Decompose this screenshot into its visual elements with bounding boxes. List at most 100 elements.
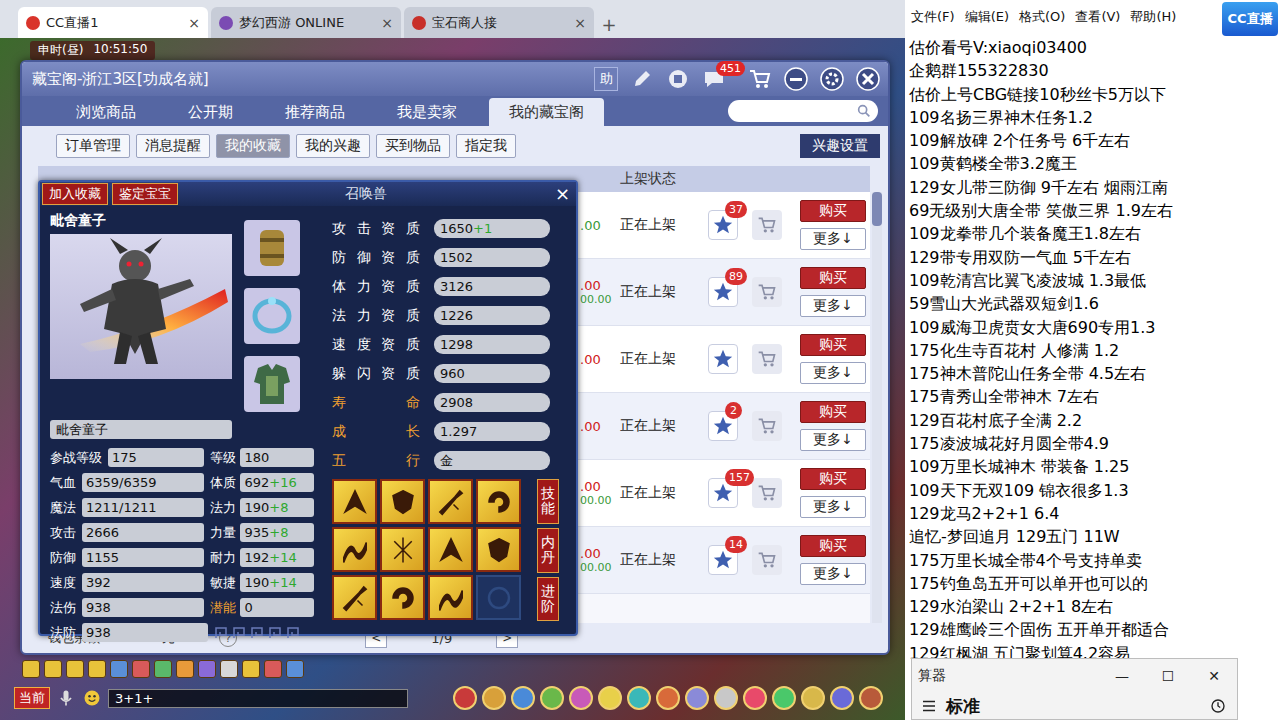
- skill-slot[interactable]: [476, 479, 521, 524]
- hud-tool-icon[interactable]: [132, 660, 150, 678]
- add-cart-button[interactable]: [752, 277, 782, 307]
- skill-slot[interactable]: [428, 575, 473, 620]
- hud-tool-icon[interactable]: [66, 660, 84, 678]
- skill-slot[interactable]: [380, 479, 425, 524]
- add-favorite-button[interactable]: 加入收藏: [42, 183, 108, 205]
- minimize-icon[interactable]: [784, 67, 808, 91]
- buy-button[interactable]: 购买: [800, 334, 866, 356]
- skill-slot[interactable]: [428, 479, 473, 524]
- nav-tab[interactable]: 浏览商品: [56, 98, 156, 126]
- add-cart-button[interactable]: [752, 478, 782, 508]
- skill-slot[interactable]: [476, 527, 521, 572]
- record-icon[interactable]: [666, 67, 690, 91]
- favorite-button[interactable]: 157: [708, 478, 738, 508]
- skill-slot[interactable]: [332, 575, 377, 620]
- hud-menu-icon[interactable]: [656, 686, 680, 710]
- close-icon[interactable]: [856, 67, 880, 91]
- skill-slot[interactable]: [476, 575, 521, 620]
- hud-tool-icon[interactable]: [88, 660, 106, 678]
- close-button[interactable]: ✕: [1191, 668, 1237, 684]
- menu-item[interactable]: 文件(F): [911, 8, 955, 26]
- nav-tab[interactable]: 我是卖家: [377, 98, 477, 126]
- search-field[interactable]: [728, 100, 878, 122]
- nav-tab[interactable]: 我的藏宝阁: [489, 98, 604, 126]
- buy-button[interactable]: 购买: [800, 401, 866, 423]
- add-cart-button[interactable]: [752, 411, 782, 441]
- favorite-button[interactable]: 2: [708, 411, 738, 441]
- armor-equipment-icon[interactable]: [244, 356, 300, 412]
- browser-tab[interactable]: 宝石商人接×: [404, 7, 594, 38]
- hamburger-icon[interactable]: [920, 697, 938, 715]
- skill-slot[interactable]: [332, 479, 377, 524]
- chat-input[interactable]: 3+1+: [108, 689, 408, 708]
- more-button[interactable]: 更多↓: [800, 362, 866, 384]
- tab-close-button[interactable]: ×: [574, 15, 586, 31]
- scroll-equipment-icon[interactable]: [244, 220, 300, 276]
- new-tab-button[interactable]: +: [597, 10, 621, 38]
- more-button[interactable]: 更多↓: [800, 295, 866, 317]
- menu-item[interactable]: 格式(O): [1019, 8, 1065, 26]
- hud-menu-icon[interactable]: [598, 686, 622, 710]
- history-icon[interactable]: [1209, 697, 1227, 715]
- sub-nav-button[interactable]: 我的兴趣: [296, 134, 370, 158]
- appraise-button[interactable]: 鉴定宝宝: [112, 183, 178, 205]
- browser-tab[interactable]: CC直播1×: [18, 7, 208, 38]
- scrollbar[interactable]: [872, 192, 882, 623]
- hud-tool-icon[interactable]: [220, 660, 238, 678]
- hud-menu-icon[interactable]: [453, 686, 477, 710]
- hud-menu-icon[interactable]: [830, 686, 854, 710]
- nav-tab[interactable]: 公开期: [168, 98, 253, 126]
- close-button[interactable]: ×: [555, 185, 570, 203]
- hud-menu-icon[interactable]: [859, 686, 883, 710]
- hud-menu-icon[interactable]: [714, 686, 738, 710]
- more-button[interactable]: 更多↓: [800, 228, 866, 250]
- side-tab[interactable]: 技能: [537, 479, 559, 524]
- skill-slot[interactable]: [380, 575, 425, 620]
- add-cart-button[interactable]: [752, 210, 782, 240]
- hud-menu-icon[interactable]: [627, 686, 651, 710]
- ring-equipment-icon[interactable]: [244, 288, 300, 344]
- menu-item[interactable]: 编辑(E): [965, 8, 1009, 26]
- hud-tool-icon[interactable]: [22, 660, 40, 678]
- hud-tool-icon[interactable]: [242, 660, 260, 678]
- buy-button[interactable]: 购买: [800, 468, 866, 490]
- hud-tool-icon[interactable]: [286, 660, 304, 678]
- hud-menu-icon[interactable]: [772, 686, 796, 710]
- more-button[interactable]: 更多↓: [800, 563, 866, 585]
- skill-slot[interactable]: [332, 527, 377, 572]
- menu-item[interactable]: 查看(V): [1075, 8, 1120, 26]
- hud-tool-icon[interactable]: [176, 660, 194, 678]
- favorite-button[interactable]: [708, 344, 738, 374]
- emoji-icon[interactable]: [82, 688, 102, 708]
- buy-button[interactable]: 购买: [800, 535, 866, 557]
- cart-icon[interactable]: [748, 67, 772, 91]
- hud-tool-icon[interactable]: [44, 660, 62, 678]
- buy-button[interactable]: 购买: [800, 267, 866, 289]
- skill-slot[interactable]: [428, 527, 473, 572]
- side-tab[interactable]: 进阶: [537, 577, 559, 622]
- hud-tool-icon[interactable]: [110, 660, 128, 678]
- hud-menu-icon[interactable]: [743, 686, 767, 710]
- favorite-button[interactable]: 37: [708, 210, 738, 240]
- sub-nav-button[interactable]: 消息提醒: [136, 134, 210, 158]
- skill-slot[interactable]: [380, 527, 425, 572]
- settings-gear-icon[interactable]: [820, 67, 844, 91]
- add-cart-button[interactable]: [752, 344, 782, 374]
- tab-close-button[interactable]: ×: [188, 15, 200, 31]
- hud-tool-icon[interactable]: [264, 660, 282, 678]
- help-button[interactable]: 助: [594, 67, 618, 91]
- more-button[interactable]: 更多↓: [800, 429, 866, 451]
- pet-name-field[interactable]: 毗舍童子: [50, 420, 232, 439]
- interest-settings-button[interactable]: 兴趣设置: [800, 134, 880, 158]
- sub-nav-button[interactable]: 指定我: [456, 134, 516, 158]
- hud-menu-icon[interactable]: [540, 686, 564, 710]
- favorite-button[interactable]: 89: [708, 277, 738, 307]
- hud-menu-icon[interactable]: [685, 686, 709, 710]
- nav-tab[interactable]: 推荐商品: [265, 98, 365, 126]
- notepad-text[interactable]: 估价看号V:xiaoqi03400企鹅群155322830估价上号CBG链接10…: [905, 34, 1280, 665]
- microphone-icon[interactable]: [56, 688, 76, 708]
- buy-button[interactable]: 购买: [800, 200, 866, 222]
- more-button[interactable]: 更多↓: [800, 496, 866, 518]
- browser-tab[interactable]: 梦幻西游 ONLINE×: [211, 7, 401, 38]
- hud-tool-icon[interactable]: [198, 660, 216, 678]
